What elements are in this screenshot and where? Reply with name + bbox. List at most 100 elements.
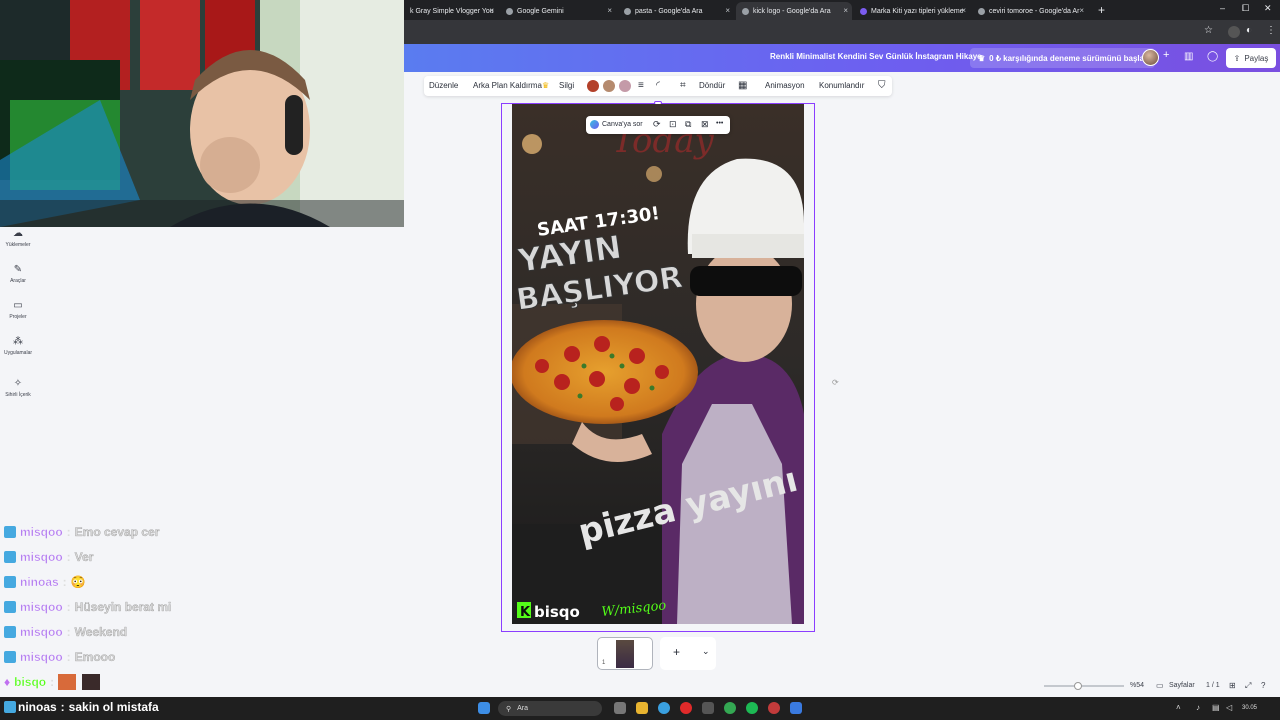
color-swatch-mauve[interactable] bbox=[619, 80, 631, 92]
rotate-handle-icon[interactable]: ⟳ bbox=[832, 378, 839, 387]
folder-icon: ▭ bbox=[13, 300, 23, 311]
zoom-slider[interactable] bbox=[1044, 685, 1124, 687]
design-canvas[interactable]: Today SAAT 17:30! YAYIN BAŞLIYOR pizza y… bbox=[512, 104, 804, 624]
lock-icon[interactable]: ⊡ bbox=[669, 119, 677, 130]
help-icon[interactable]: ? bbox=[1261, 681, 1265, 690]
apps-icon: ⁂ bbox=[13, 336, 23, 347]
chevron-up-icon[interactable]: ˄ bbox=[1176, 703, 1181, 712]
pages-icon[interactable]: ▭ bbox=[1156, 681, 1164, 690]
duplicate-icon[interactable]: ⧉ bbox=[685, 119, 691, 130]
browser-tab[interactable]: Marka Kiti yazı tipleri yükleme × bbox=[854, 2, 970, 20]
chat-text: Ver bbox=[74, 550, 94, 564]
new-tab-button[interactable]: + bbox=[1098, 3, 1105, 17]
sidebar-item-uploads[interactable]: ☁ Yüklemeler bbox=[0, 228, 36, 248]
invite-plus-button[interactable]: + bbox=[1163, 49, 1169, 61]
position-button[interactable]: Konumlandır bbox=[819, 81, 864, 90]
network-icon[interactable]: ▤ bbox=[1212, 703, 1220, 712]
chat-username: misqoo bbox=[20, 650, 63, 664]
fullscreen-icon[interactable]: ⤢ bbox=[1245, 681, 1251, 691]
bookmark-star-icon[interactable]: ☆ bbox=[1204, 25, 1213, 36]
sidebar-item-apps[interactable]: ⁂ Uygulamalar bbox=[0, 336, 36, 356]
background-remove-button[interactable]: Arka Plan Kaldırma bbox=[473, 81, 542, 90]
menu-dots-icon[interactable]: ⋮ bbox=[1266, 25, 1276, 36]
sidebar-item-label: Yüklemeler bbox=[5, 242, 31, 248]
line-weight-icon[interactable]: ≡ bbox=[638, 80, 644, 91]
spotify-icon[interactable] bbox=[746, 702, 758, 714]
edge-icon[interactable] bbox=[658, 702, 670, 714]
download-icon[interactable] bbox=[1228, 26, 1240, 38]
microphone-icon[interactable]: ♪ bbox=[1196, 703, 1200, 712]
capcut-icon[interactable] bbox=[702, 702, 714, 714]
zoom-slider-handle[interactable] bbox=[1074, 682, 1082, 690]
clock[interactable]: 30.05 bbox=[1242, 705, 1257, 711]
animation-button[interactable]: Animasyon bbox=[765, 81, 805, 90]
start-trial-button[interactable]: ♛ 0 ₺ karşılığında deneme sürümünü başla… bbox=[970, 48, 1155, 68]
volume-icon[interactable]: ◁ bbox=[1226, 703, 1232, 712]
tab-close-icon[interactable]: × bbox=[843, 6, 848, 15]
color-swatch-red[interactable] bbox=[587, 80, 599, 92]
file-explorer-icon[interactable] bbox=[636, 702, 648, 714]
delete-icon[interactable]: ⊠ bbox=[701, 119, 709, 130]
chrome-icon[interactable] bbox=[724, 702, 736, 714]
insights-chart-icon[interactable]: ▥ bbox=[1184, 51, 1193, 62]
color-swatch-tan[interactable] bbox=[603, 80, 615, 92]
edit-button[interactable]: Düzenle bbox=[429, 81, 458, 90]
transparency-icon[interactable]: ▦ bbox=[738, 80, 747, 91]
tab-label: ceviri tomoroe - Google'da Ar bbox=[989, 7, 1080, 15]
browser-tab[interactable]: Google Gemini × bbox=[500, 2, 616, 20]
corner-rounding-icon[interactable]: ◜ bbox=[656, 80, 660, 91]
grid-view-icon[interactable]: ⊞ bbox=[1229, 681, 1236, 690]
design-text-brand[interactable]: bisqo bbox=[534, 603, 580, 621]
tab-close-icon[interactable]: × bbox=[961, 6, 966, 15]
chat-badge-icon bbox=[4, 626, 16, 638]
app-icon[interactable] bbox=[790, 702, 802, 714]
chat-username: bisqo bbox=[14, 675, 47, 689]
tab-close-icon[interactable]: × bbox=[607, 6, 612, 15]
sidebar-item-tools[interactable]: ✎ Araçlar bbox=[0, 264, 36, 284]
tab-close-icon[interactable]: × bbox=[489, 6, 494, 15]
ask-canva-button[interactable]: Canva'ya sor bbox=[602, 121, 643, 128]
browser-tab[interactable]: ceviri tomoroe - Google'da Ar × bbox=[972, 2, 1088, 20]
browser-tab-active[interactable]: kick logo - Google'da Ara × bbox=[736, 2, 852, 20]
opera-icon[interactable] bbox=[680, 702, 692, 714]
paint-roller-icon[interactable]: ⛉ bbox=[878, 80, 886, 91]
zoom-bar: %54 ▭ Sayfalar 1 / 1 ⊞ ⤢ ? bbox=[1040, 678, 1280, 694]
maximize-button[interactable]: ⧠ bbox=[1242, 3, 1249, 14]
share-button[interactable]: ⇪ Paylaş bbox=[1226, 48, 1276, 68]
browser-tab[interactable]: pasta - Google'da Ara × bbox=[618, 2, 734, 20]
document-title[interactable]: Renkli Minimalist Kendini Sev Günlük İns… bbox=[770, 52, 982, 61]
crop-icon[interactable]: ⌗ bbox=[680, 80, 686, 91]
minimize-button[interactable]: – bbox=[1220, 3, 1225, 13]
profile-icon[interactable]: ◐ bbox=[1246, 25, 1252, 36]
google-icon bbox=[742, 7, 749, 15]
sidebar-item-projects[interactable]: ▭ Projeler bbox=[0, 300, 36, 320]
chat-message: misqoo: Emooo bbox=[4, 649, 115, 665]
add-page-button[interactable]: + bbox=[673, 645, 680, 659]
obs-icon[interactable] bbox=[768, 702, 780, 714]
zoom-percent[interactable]: %54 bbox=[1130, 682, 1144, 689]
more-options-button[interactable]: ••• bbox=[716, 120, 723, 127]
tab-close-icon[interactable]: × bbox=[1079, 6, 1084, 15]
windows-start-icon[interactable] bbox=[478, 702, 490, 714]
taskbar-search[interactable]: ⚲ Ara bbox=[498, 701, 602, 716]
close-window-button[interactable]: ✕ bbox=[1264, 3, 1272, 14]
eraser-button[interactable]: Silgi bbox=[559, 81, 574, 90]
browser-tab[interactable]: k Gray Simple Vlogger You × bbox=[404, 2, 498, 20]
chat-username: misqoo bbox=[20, 550, 63, 564]
sidebar-item-label: Uygulamalar bbox=[3, 350, 33, 356]
chat-text: Weekend bbox=[74, 625, 128, 639]
tab-close-icon[interactable]: × bbox=[725, 6, 730, 15]
chat-username: ninoas bbox=[20, 575, 59, 589]
comment-icon[interactable]: ◯ bbox=[1207, 51, 1218, 62]
pages-button[interactable]: Sayfalar bbox=[1169, 682, 1195, 689]
rotate-button[interactable]: Döndür bbox=[699, 81, 725, 90]
tab-label: kick logo - Google'da Ara bbox=[753, 7, 831, 15]
refresh-icon[interactable]: ⟳ bbox=[653, 119, 661, 130]
task-view-icon[interactable] bbox=[614, 702, 626, 714]
chevron-down-icon[interactable]: ⌄ bbox=[702, 646, 710, 657]
page-thumbnail[interactable]: 1 bbox=[597, 637, 653, 670]
chat-username: ninoas bbox=[18, 700, 57, 714]
page-thumbnail-image bbox=[616, 640, 634, 668]
avatar[interactable] bbox=[1142, 49, 1159, 66]
sidebar-item-magic[interactable]: ✧ Sihirli İçerik bbox=[0, 378, 36, 398]
